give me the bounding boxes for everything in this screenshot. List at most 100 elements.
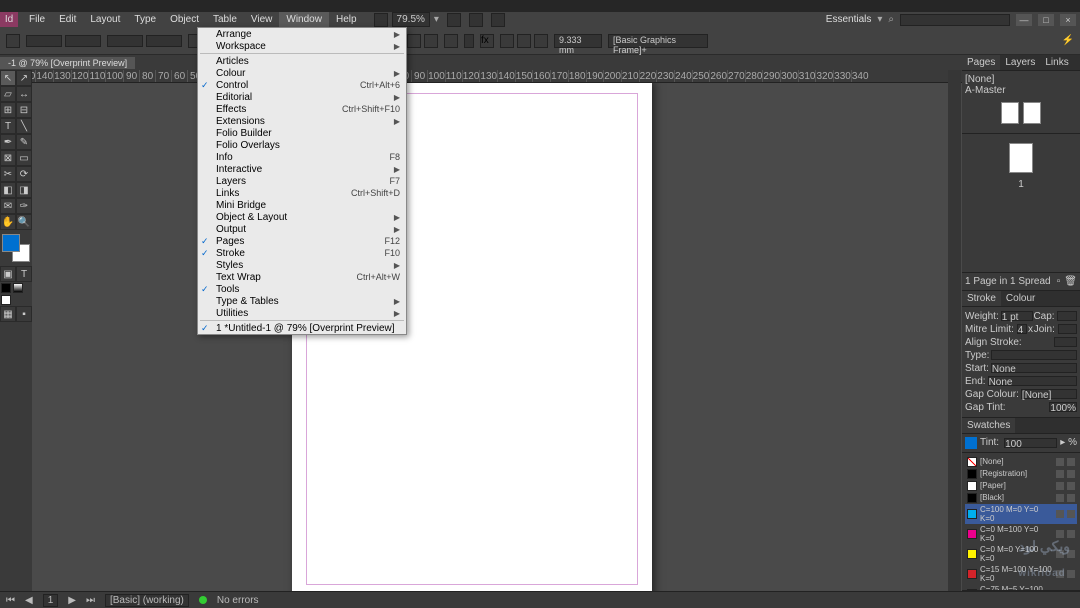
menu-layout[interactable]: Layout bbox=[83, 12, 127, 27]
gap-colour-select[interactable]: [None] bbox=[1021, 389, 1077, 399]
page-nav-last-icon[interactable]: ⏭ bbox=[86, 595, 95, 606]
gap-tool[interactable]: ↔ bbox=[16, 86, 32, 102]
end-select[interactable]: None bbox=[988, 376, 1077, 386]
ref-point[interactable] bbox=[6, 34, 20, 48]
miter-field[interactable]: 4 bbox=[1017, 324, 1028, 334]
select-container-icon[interactable] bbox=[407, 34, 421, 48]
tab-links[interactable]: Links bbox=[1040, 55, 1073, 70]
menu-file[interactable]: File bbox=[22, 12, 52, 27]
current-page-field[interactable]: 1 bbox=[43, 594, 59, 607]
menu-type[interactable]: Type bbox=[127, 12, 163, 27]
winmenu-item[interactable]: Editorial▶ bbox=[198, 91, 406, 103]
hand-tool[interactable]: ✋ bbox=[0, 214, 16, 230]
tab-stroke[interactable]: Stroke bbox=[962, 291, 1001, 306]
fx-icon[interactable]: fx bbox=[480, 34, 494, 48]
current-fill-icon[interactable] bbox=[965, 437, 977, 449]
fill-stroke-swatch[interactable] bbox=[2, 234, 30, 262]
winmenu-item[interactable]: Text WrapCtrl+Alt+W bbox=[198, 271, 406, 283]
master-spread-thumb-2[interactable] bbox=[1023, 102, 1041, 124]
swatch-row[interactable]: C=75 M=5 Y=100 K=0 bbox=[965, 584, 1077, 592]
rectangle-frame-tool[interactable]: ⊠ bbox=[0, 150, 16, 166]
winmenu-item[interactable]: Extensions▶ bbox=[198, 115, 406, 127]
gradient-swatch-tool[interactable]: ◧ bbox=[0, 182, 16, 198]
normal-view-icon[interactable]: ▦ bbox=[0, 306, 16, 322]
wrap-shape-icon[interactable] bbox=[534, 34, 548, 48]
gradient-feather-tool[interactable]: ◨ bbox=[16, 182, 32, 198]
wrap-none-icon[interactable] bbox=[500, 34, 514, 48]
winmenu-item[interactable]: Output▶ bbox=[198, 223, 406, 235]
align-stroke-buttons[interactable] bbox=[1054, 337, 1077, 347]
winmenu-item[interactable]: ✓ControlCtrl+Alt+6 bbox=[198, 79, 406, 91]
maximize-button[interactable]: □ bbox=[1038, 14, 1054, 26]
start-select[interactable]: None bbox=[991, 363, 1077, 373]
weight-field[interactable]: 1 pt bbox=[1001, 311, 1034, 321]
cap-buttons[interactable] bbox=[1057, 311, 1077, 321]
stroke-type-select[interactable] bbox=[991, 350, 1077, 360]
type-tool[interactable]: T bbox=[0, 118, 16, 134]
selection-tool[interactable]: ↖ bbox=[0, 70, 16, 86]
delete-page-icon[interactable]: 🗑 bbox=[1064, 276, 1077, 287]
winmenu-item[interactable]: Arrange▶ bbox=[198, 28, 406, 40]
page-thumb-1[interactable] bbox=[1009, 143, 1033, 173]
minimize-button[interactable]: — bbox=[1016, 14, 1032, 26]
winmenu-item[interactable]: Workspace▶ bbox=[198, 40, 406, 52]
pages-master-row[interactable]: A-Master bbox=[965, 85, 1077, 96]
formatting-text-icon[interactable]: T bbox=[16, 266, 32, 282]
arrange-docs-icon[interactable] bbox=[491, 13, 505, 27]
content-collector-tool[interactable]: ⊞ bbox=[0, 102, 16, 118]
swatch-row[interactable]: [Black] bbox=[965, 492, 1077, 504]
menu-table[interactable]: Table bbox=[206, 12, 244, 27]
winmenu-item[interactable]: ✓PagesF12 bbox=[198, 235, 406, 247]
tab-swatches[interactable]: Swatches bbox=[962, 418, 1015, 433]
transform-tool[interactable]: ⟳ bbox=[16, 166, 32, 182]
winmenu-item[interactable]: ✓StrokeF10 bbox=[198, 247, 406, 259]
pen-tool[interactable]: ✒ bbox=[0, 134, 16, 150]
x-field[interactable] bbox=[26, 35, 62, 47]
winmenu-item[interactable]: ✓1 *Untitled-1 @ 79% [Overprint Preview] bbox=[198, 322, 406, 334]
swatch-row[interactable]: C=100 M=0 Y=0 K=0 bbox=[965, 504, 1077, 524]
winmenu-item[interactable]: LinksCtrl+Shift+D bbox=[198, 187, 406, 199]
master-spread-thumb[interactable] bbox=[1001, 102, 1019, 124]
close-button[interactable]: × bbox=[1060, 14, 1076, 26]
page-tool[interactable]: ▱ bbox=[0, 86, 16, 102]
zoom-tool[interactable]: 🔍 bbox=[16, 214, 32, 230]
winmenu-item[interactable]: Folio Overlays bbox=[198, 139, 406, 151]
y-field[interactable] bbox=[65, 35, 101, 47]
pencil-tool[interactable]: ✎ bbox=[16, 134, 32, 150]
eyedropper-tool[interactable]: ✑ bbox=[16, 198, 32, 214]
menu-edit[interactable]: Edit bbox=[52, 12, 83, 27]
winmenu-item[interactable]: Type & Tables▶ bbox=[198, 295, 406, 307]
note-tool[interactable]: ✉ bbox=[0, 198, 16, 214]
content-placer-tool[interactable]: ⊟ bbox=[16, 102, 32, 118]
swatch-row[interactable]: [Registration] bbox=[965, 468, 1077, 480]
winmenu-item[interactable]: Colour▶ bbox=[198, 67, 406, 79]
bridge-icon[interactable] bbox=[374, 13, 388, 27]
preview-view-icon[interactable]: ▪ bbox=[16, 306, 32, 322]
doc-tab[interactable]: -1 @ 79% [Overprint Preview] bbox=[0, 57, 135, 69]
menu-window[interactable]: Window bbox=[279, 12, 329, 27]
direct-selection-tool[interactable]: ↗ bbox=[16, 70, 32, 86]
winmenu-item[interactable]: LayersF7 bbox=[198, 175, 406, 187]
winmenu-item[interactable]: Mini Bridge bbox=[198, 199, 406, 211]
menu-help[interactable]: Help bbox=[329, 12, 364, 27]
scissors-tool[interactable]: ✂ bbox=[0, 166, 16, 182]
rectangle-tool[interactable]: ▭ bbox=[16, 150, 32, 166]
object-style-select[interactable]: [Basic Graphics Frame]+ bbox=[608, 34, 708, 48]
select-content-icon[interactable] bbox=[424, 34, 438, 48]
pages-none-row[interactable]: [None] bbox=[965, 74, 1077, 85]
screen-mode-icon[interactable] bbox=[469, 13, 483, 27]
preflight-status[interactable]: No errors bbox=[217, 595, 259, 606]
wrap-bbox-icon[interactable] bbox=[517, 34, 531, 48]
winmenu-item[interactable]: Object & Layout▶ bbox=[198, 211, 406, 223]
menu-object[interactable]: Object bbox=[163, 12, 206, 27]
winmenu-item[interactable]: EffectsCtrl+Shift+F10 bbox=[198, 103, 406, 115]
new-page-icon[interactable]: ▫ bbox=[1057, 276, 1061, 287]
winmenu-item[interactable]: InfoF8 bbox=[198, 151, 406, 163]
page-nav-first-icon[interactable]: ⏮ bbox=[6, 595, 15, 606]
corner-size-field[interactable]: 9.333 mm bbox=[554, 34, 602, 48]
winmenu-item[interactable]: Articles bbox=[198, 55, 406, 67]
line-tool[interactable]: ╲ bbox=[16, 118, 32, 134]
document-viewport[interactable] bbox=[32, 83, 962, 591]
collapsed-panel-dock[interactable] bbox=[948, 70, 961, 591]
tab-colour[interactable]: Colour bbox=[1001, 291, 1040, 306]
